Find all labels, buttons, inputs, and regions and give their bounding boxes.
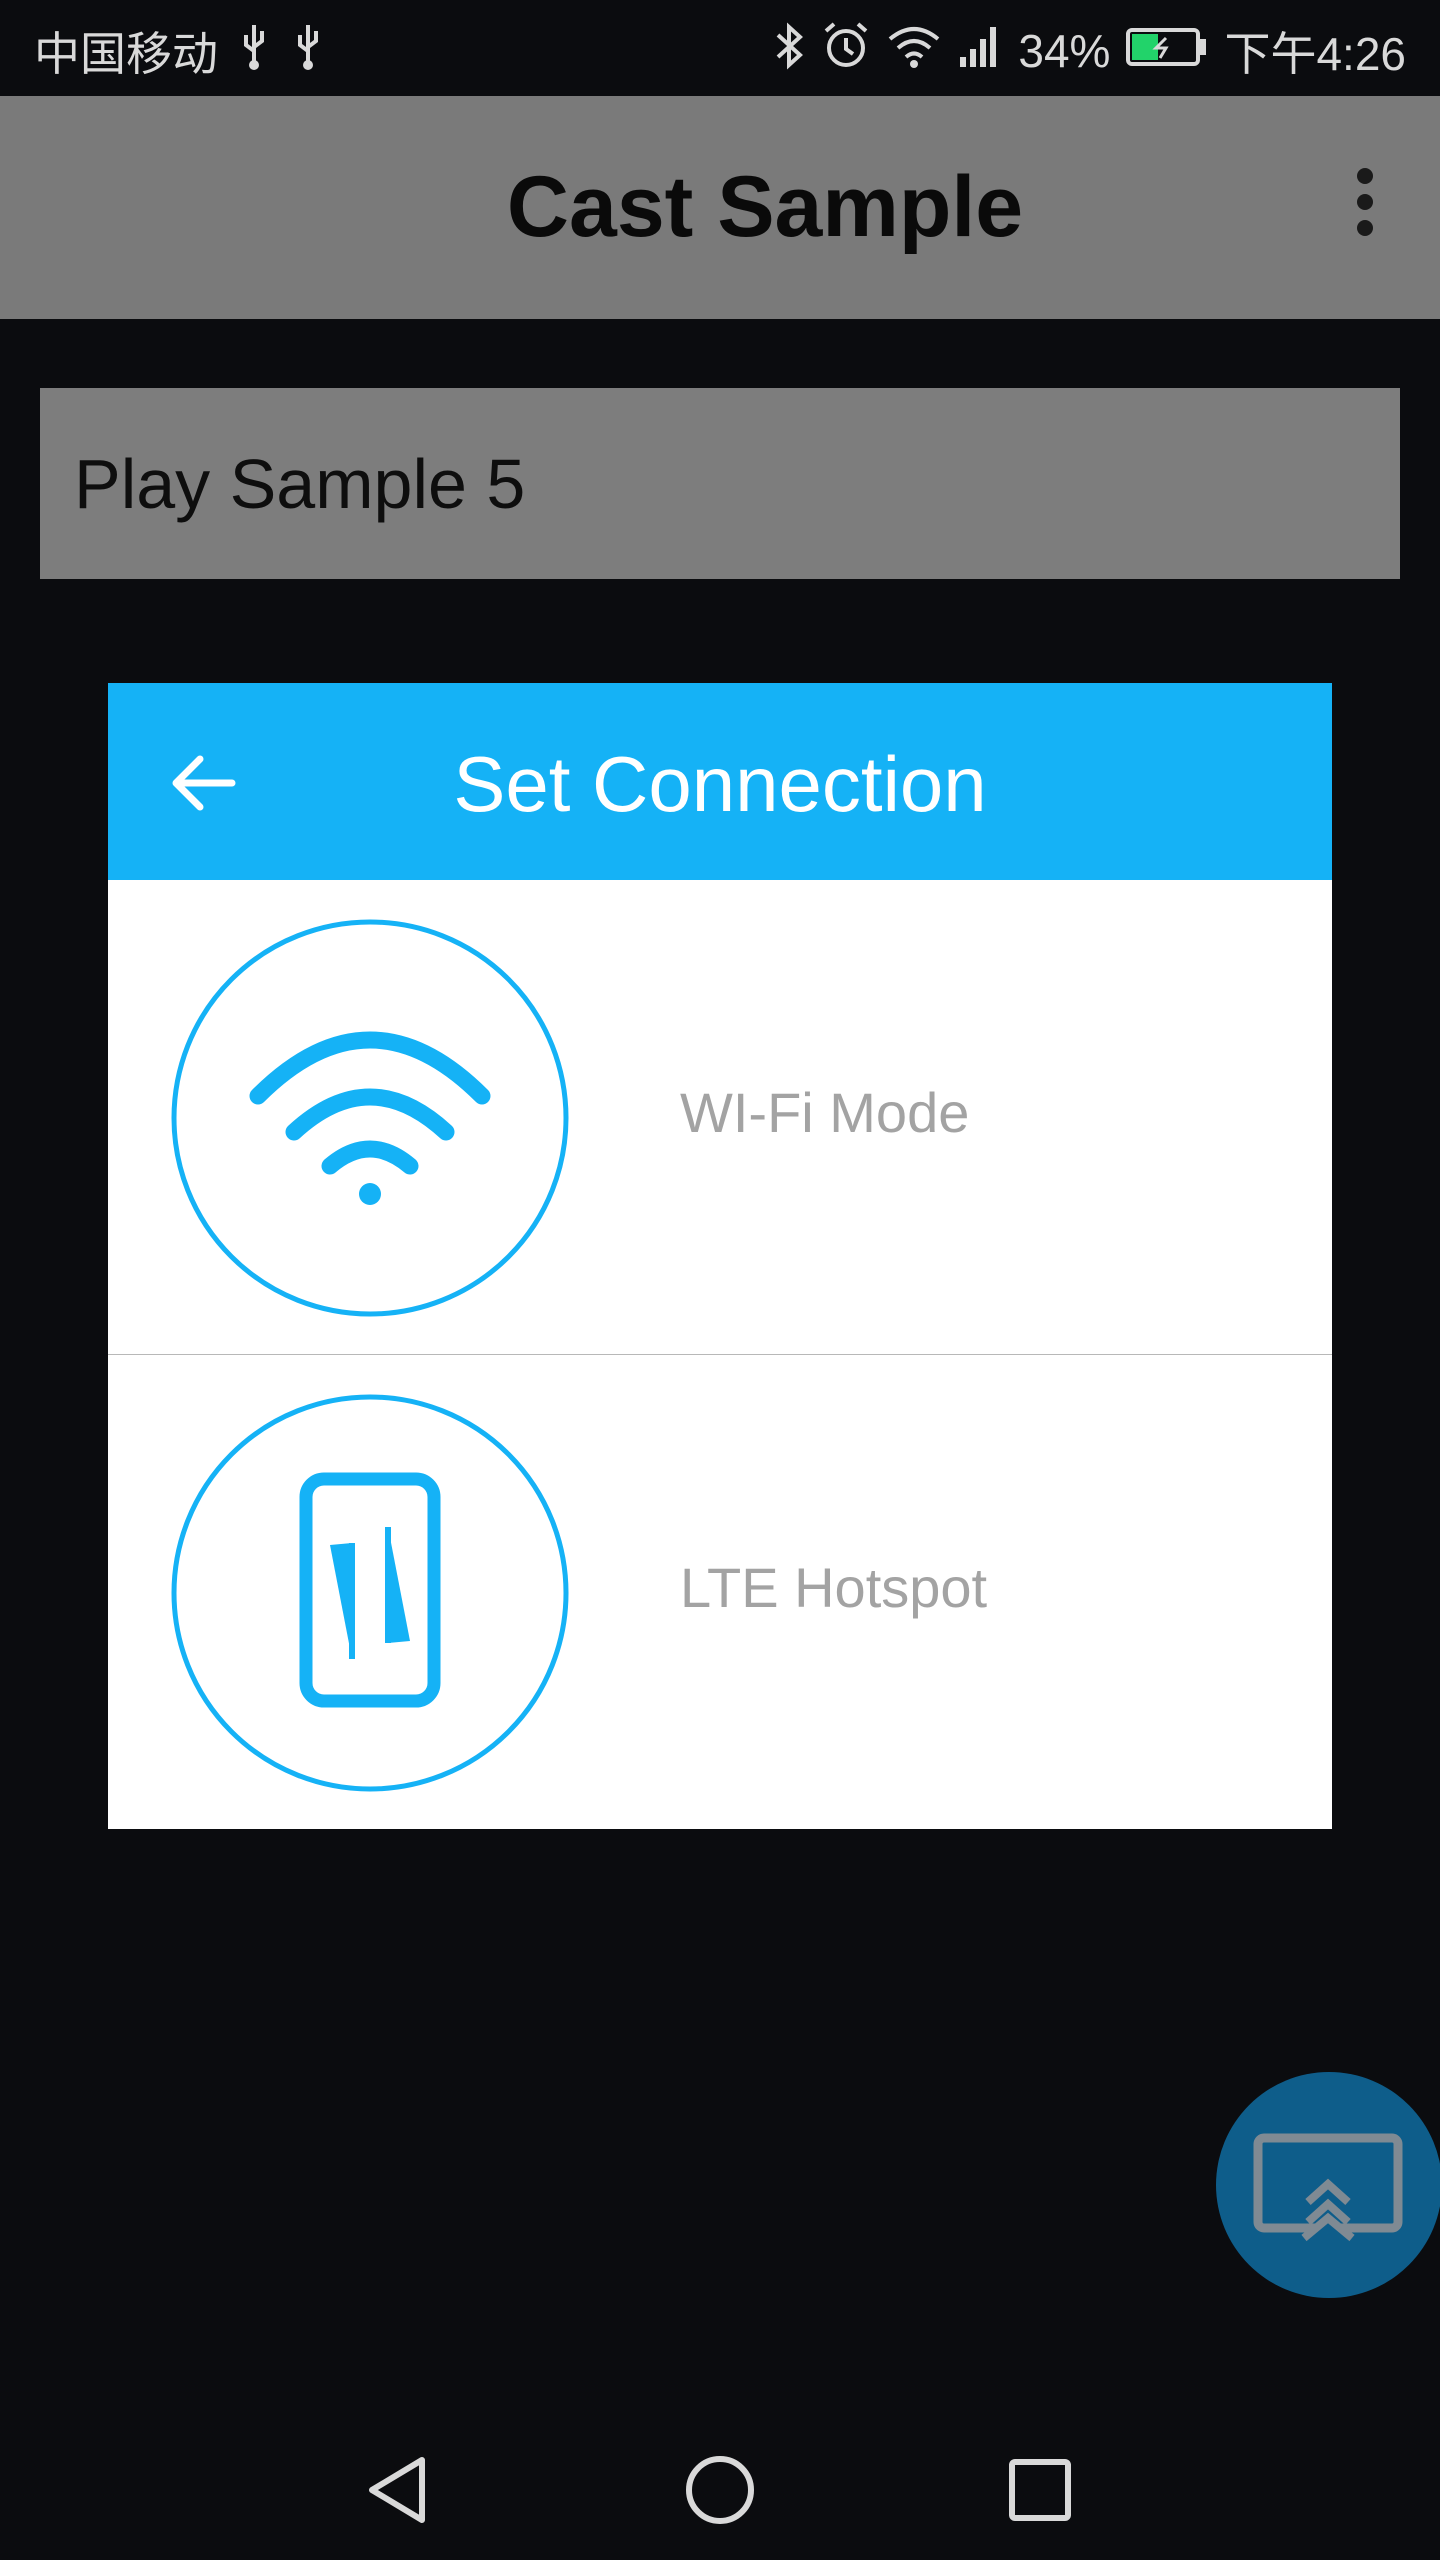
dialog-title: Set Connection bbox=[453, 740, 987, 828]
app-bar: Cast Sample bbox=[0, 96, 1440, 319]
dialog-header: Set Connection bbox=[108, 683, 1332, 880]
more-vert-icon[interactable] bbox=[1330, 156, 1400, 256]
wifi-icon bbox=[886, 21, 942, 82]
wifi-icon bbox=[170, 918, 570, 1318]
signal-icon bbox=[958, 21, 1002, 82]
option-wifi-mode[interactable]: WI-Fi Mode bbox=[108, 880, 1332, 1354]
navigation-bar bbox=[0, 2408, 1440, 2560]
status-left: 中国移动 bbox=[34, 18, 326, 84]
option-label-wifi: WI-Fi Mode bbox=[680, 1081, 970, 1144]
status-bar: 中国移动 34% 下午4:26 bbox=[0, 0, 1440, 96]
usb-icon bbox=[290, 21, 326, 82]
status-right: 34% 下午4:26 bbox=[772, 18, 1406, 84]
home-nav-icon[interactable] bbox=[680, 2450, 760, 2530]
carrier-name: 中国移动 bbox=[34, 28, 218, 80]
app-title: Cast Sample bbox=[506, 159, 1024, 255]
play-sample-button[interactable]: Play Sample 5 bbox=[40, 388, 1400, 579]
recents-nav-icon[interactable] bbox=[1000, 2450, 1080, 2530]
option-lte-hotspot[interactable]: LTE Hotspot bbox=[108, 1355, 1332, 1829]
phone-transfer-icon bbox=[170, 1393, 570, 1793]
alarm-icon bbox=[822, 21, 870, 82]
bluetooth-icon bbox=[772, 21, 806, 82]
option-label-lte: LTE Hotspot bbox=[680, 1556, 988, 1619]
cast-icon bbox=[1253, 2133, 1403, 2242]
set-connection-dialog: Set Connection WI-Fi Mode LTE Hotspot bbox=[108, 683, 1332, 1829]
cast-button[interactable] bbox=[1216, 2072, 1440, 2298]
battery-percent: 34% bbox=[1018, 25, 1111, 77]
battery-icon bbox=[1126, 24, 1208, 79]
usb-icon bbox=[236, 21, 272, 82]
back-nav-icon[interactable] bbox=[360, 2450, 440, 2530]
clock: 下午4:26 bbox=[1224, 28, 1406, 80]
screen: 中国移动 34% 下午4:26 Cast Sample Play Sample … bbox=[0, 0, 1440, 2560]
